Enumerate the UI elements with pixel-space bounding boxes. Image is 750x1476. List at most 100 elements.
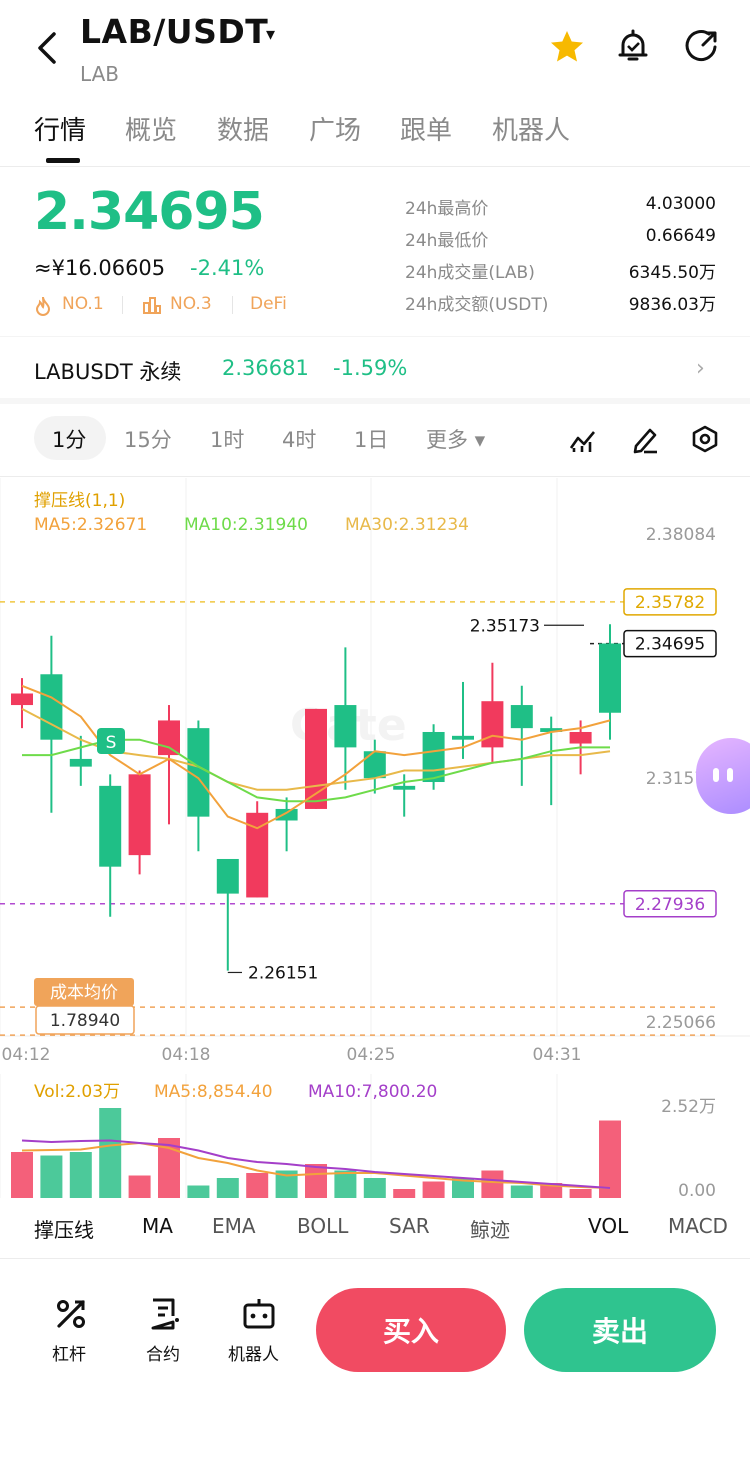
- candle-body: [599, 643, 621, 713]
- interval-4h[interactable]: 4时: [282, 424, 316, 454]
- draw-tool-icon[interactable]: [630, 424, 660, 454]
- interval-1d[interactable]: 1日: [354, 424, 388, 454]
- pair-dropdown-icon[interactable]: ▾: [266, 24, 275, 45]
- contract-icon[interactable]: [147, 1296, 183, 1332]
- pair-subtitle: LAB: [80, 62, 120, 86]
- indicator-ma[interactable]: MA: [142, 1214, 173, 1238]
- volume-label: 24h成交量(LAB): [405, 263, 535, 283]
- indicator-boll[interactable]: BOLL: [297, 1214, 348, 1238]
- indicator-legend: 撑压线(1,1): [34, 491, 125, 511]
- candle-body: [99, 785, 122, 867]
- indicator-support-resistance[interactable]: 撑压线: [34, 1214, 94, 1243]
- interval-15m[interactable]: 15分: [124, 424, 172, 454]
- indicator-icon[interactable]: [568, 426, 598, 454]
- sector-tag[interactable]: DeFi: [250, 294, 287, 314]
- indicator-ema[interactable]: EMA: [212, 1214, 256, 1238]
- volume-bar: [422, 1181, 445, 1198]
- indicator-macd[interactable]: MACD: [668, 1214, 750, 1238]
- candle-body: [158, 720, 180, 756]
- candle-body: [510, 705, 533, 729]
- leverage-icon[interactable]: [53, 1296, 89, 1332]
- category-rank-tag[interactable]: NO.3: [170, 294, 212, 314]
- indicator-sar[interactable]: SAR: [389, 1214, 430, 1238]
- turnover-value: 9836.03万: [628, 295, 716, 315]
- signal-marker-label: S: [106, 733, 117, 753]
- tab-overview[interactable]: 概览: [125, 110, 177, 147]
- perpetual-name[interactable]: LABUSDT 永续: [34, 356, 181, 386]
- leverage-label[interactable]: 杠杆: [52, 1340, 86, 1365]
- perpetual-price: 2.36681: [222, 356, 309, 380]
- contract-label[interactable]: 合约: [146, 1340, 180, 1365]
- volume-bar: [99, 1108, 122, 1198]
- high-label: 24h最高价: [405, 199, 489, 219]
- volume-bar: [11, 1152, 33, 1198]
- assistant-floating-button[interactable]: [696, 738, 750, 814]
- volume-bar: [481, 1170, 504, 1198]
- chart-tag-icon: [143, 297, 161, 314]
- chevron-right-icon[interactable]: ›: [696, 356, 705, 381]
- candle-body: [275, 808, 298, 821]
- volume-bar: [187, 1185, 210, 1198]
- vol-y-tick: 2.52万: [661, 1097, 716, 1117]
- robot-icon[interactable]: [241, 1296, 277, 1332]
- interval-more[interactable]: 更多 ▾: [426, 424, 485, 454]
- rank-tag[interactable]: NO.1: [62, 294, 104, 314]
- interval-1m[interactable]: 1分: [52, 424, 86, 454]
- volume-bar: [305, 1164, 327, 1198]
- resistance-label: 2.35782: [635, 593, 705, 613]
- volume-value: 6345.50万: [628, 263, 716, 283]
- candle-body: [40, 674, 63, 740]
- y-tick-label: 2.38084: [646, 525, 716, 545]
- candlestick-chart[interactable]: Gate2.380842.315752.293222.250662.357822…: [0, 478, 750, 1258]
- vol-y-tick: 0.00: [678, 1181, 716, 1201]
- volume-bar: [216, 1178, 239, 1198]
- tab-data[interactable]: 数据: [217, 110, 269, 147]
- divider: [0, 166, 750, 167]
- tab-indicator: [46, 158, 80, 163]
- volume-bar: [363, 1178, 386, 1198]
- interval-1h[interactable]: 1时: [210, 424, 244, 454]
- volume-bar: [599, 1120, 621, 1198]
- cost-value-label: 1.78940: [50, 1011, 120, 1031]
- robot-label[interactable]: 机器人: [228, 1340, 279, 1365]
- volume-bar: [128, 1175, 151, 1198]
- tab-copytrade[interactable]: 跟单: [400, 110, 452, 147]
- turnover-label: 24h成交额(USDT): [405, 295, 549, 315]
- share-icon[interactable]: [682, 28, 720, 66]
- settings-icon[interactable]: [690, 424, 720, 454]
- sell-button[interactable]: 卖出: [524, 1288, 716, 1372]
- tab-market[interactable]: 行情: [34, 110, 86, 147]
- x-tick-label: 04:25: [347, 1045, 396, 1065]
- pair-title[interactable]: LAB/USDT: [80, 12, 268, 51]
- vol-ma5-legend: MA5:8,854.40: [154, 1082, 273, 1102]
- tab-bot[interactable]: 机器人: [492, 110, 570, 147]
- tab-square[interactable]: 广场: [309, 110, 361, 147]
- candle-body: [569, 731, 592, 744]
- y-tick-label: 2.25066: [646, 1013, 716, 1033]
- volume-bar: [69, 1152, 92, 1198]
- x-tick-label: 04:18: [162, 1045, 211, 1065]
- tag-separator: [122, 296, 123, 314]
- star-icon[interactable]: [548, 28, 586, 66]
- ma5-legend: MA5:2.32671: [34, 515, 147, 535]
- buy-button[interactable]: 买入: [316, 1288, 506, 1372]
- current-price-label: 2.34695: [635, 635, 705, 655]
- alarm-icon[interactable]: [614, 28, 652, 66]
- divider: [0, 476, 750, 477]
- volume-bar: [569, 1189, 592, 1198]
- indicator-vol[interactable]: VOL: [588, 1214, 628, 1238]
- candle-body: [69, 758, 92, 767]
- high-value: 4.03000: [645, 194, 716, 214]
- back-icon[interactable]: [30, 28, 66, 68]
- indicator-whale[interactable]: 鲸迹: [470, 1214, 510, 1243]
- price-change: -2.41%: [190, 256, 265, 280]
- volume-bar: [393, 1189, 416, 1198]
- perpetual-change: -1.59%: [333, 356, 408, 380]
- ma10-legend: MA10:2.31940: [184, 515, 308, 535]
- candle-body: [481, 701, 504, 748]
- vol-legend: Vol:2.03万: [34, 1082, 120, 1102]
- tag-separator: [232, 296, 233, 314]
- low-annotation: 2.26151: [248, 963, 318, 983]
- vol-ma10-legend: MA10:7,800.20: [308, 1082, 437, 1102]
- volume-bar: [40, 1155, 63, 1198]
